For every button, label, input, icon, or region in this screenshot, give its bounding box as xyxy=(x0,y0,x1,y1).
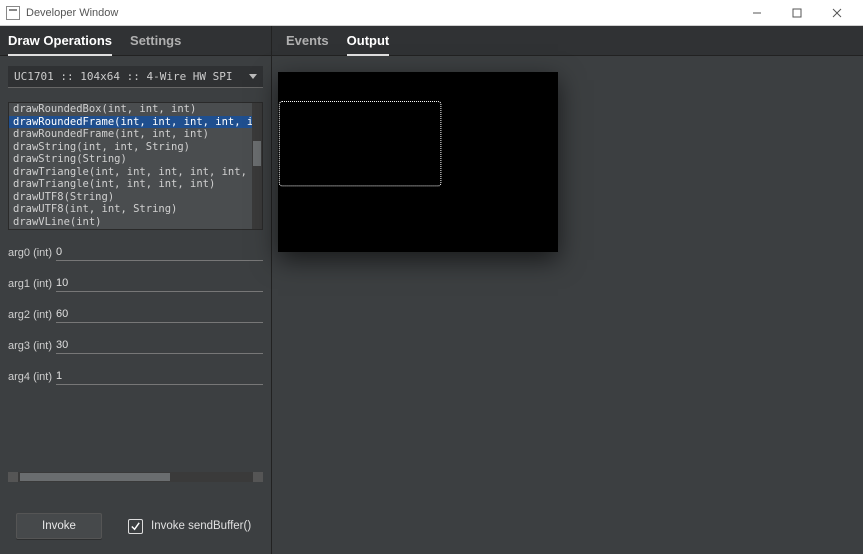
output-display xyxy=(278,72,558,252)
right-panel: Events Output xyxy=(272,26,863,554)
bottom-bar: Invoke Invoke sendBuffer() xyxy=(0,498,271,554)
chevron-down-icon xyxy=(249,74,257,79)
left-panel: Draw Operations Settings UC1701 :: 104x6… xyxy=(0,26,272,554)
close-button[interactable] xyxy=(817,0,857,26)
scroll-left-button[interactable] xyxy=(8,472,18,482)
device-dropdown[interactable]: UC1701 :: 104x64 :: 4-Wire HW SPI xyxy=(8,66,263,88)
arg-label: arg4 (int) xyxy=(8,371,56,383)
function-item[interactable]: drawRoundedBox(int, int, int) xyxy=(9,103,252,116)
invoke-sendbuffer-label: Invoke sendBuffer() xyxy=(151,520,251,532)
window-title: Developer Window xyxy=(26,7,118,19)
arg-input[interactable] xyxy=(56,337,263,354)
drawn-rounded-frame xyxy=(279,102,441,186)
arg-row: arg3 (int) xyxy=(8,337,263,354)
scroll-thumb[interactable] xyxy=(20,473,170,481)
window-titlebar: Developer Window xyxy=(0,0,863,26)
scroll-track[interactable] xyxy=(18,472,253,482)
function-item[interactable]: drawUTF8(int, int, String) xyxy=(9,203,252,216)
function-item[interactable]: drawString(int, int, String) xyxy=(9,141,252,154)
minimize-button[interactable] xyxy=(737,0,777,26)
function-item[interactable]: drawTriangle(int, int, int, int) xyxy=(9,178,252,191)
function-item[interactable]: drawString(String) xyxy=(9,153,252,166)
arg-row: arg0 (int) xyxy=(8,244,263,261)
tab-events[interactable]: Events xyxy=(286,26,329,56)
maximize-button[interactable] xyxy=(777,0,817,26)
function-item[interactable]: drawVLine(int) xyxy=(9,216,252,229)
arg-label: arg3 (int) xyxy=(8,340,56,352)
checkbox-icon xyxy=(128,519,143,534)
function-item[interactable]: drawRoundedFrame(int, int, int, int, int… xyxy=(9,116,252,129)
arg-input[interactable] xyxy=(56,275,263,292)
args-section: arg0 (int) arg1 (int) arg2 (int) arg3 (int)… xyxy=(8,244,263,385)
device-selected: UC1701 :: 104x64 :: 4-Wire HW SPI xyxy=(14,70,233,83)
arg-label: arg0 (int) xyxy=(8,247,56,259)
function-item[interactable]: drawVLine(int, int, int) xyxy=(9,228,252,229)
horizontal-scrollbar[interactable] xyxy=(8,472,263,482)
scroll-right-button[interactable] xyxy=(253,472,263,482)
app-icon xyxy=(6,6,20,20)
function-list-scroll-thumb[interactable] xyxy=(253,141,261,166)
function-list[interactable]: drawRoundedBox(int, int, int)drawRounded… xyxy=(8,102,263,230)
arg-label: arg2 (int) xyxy=(8,309,56,321)
arg-row: arg1 (int) xyxy=(8,275,263,292)
function-list-scrollbar[interactable] xyxy=(252,103,262,229)
invoke-sendbuffer-checkbox[interactable]: Invoke sendBuffer() xyxy=(128,519,251,534)
arg-label: arg1 (int) xyxy=(8,278,56,290)
tab-output[interactable]: Output xyxy=(347,26,390,56)
tab-draw-operations[interactable]: Draw Operations xyxy=(8,26,112,56)
right-tabs: Events Output xyxy=(272,26,863,56)
tab-settings[interactable]: Settings xyxy=(130,26,181,56)
arg-input[interactable] xyxy=(56,306,263,323)
function-item[interactable]: drawRoundedFrame(int, int, int) xyxy=(9,128,252,141)
arg-row: arg4 (int) xyxy=(8,368,263,385)
invoke-button[interactable]: Invoke xyxy=(16,513,102,539)
arg-input[interactable] xyxy=(56,368,263,385)
function-item[interactable]: drawUTF8(String) xyxy=(9,191,252,204)
arg-input[interactable] xyxy=(56,244,263,261)
function-item[interactable]: drawTriangle(int, int, int, int, int, in… xyxy=(9,166,252,179)
left-tabs: Draw Operations Settings xyxy=(0,26,271,56)
arg-row: arg2 (int) xyxy=(8,306,263,323)
